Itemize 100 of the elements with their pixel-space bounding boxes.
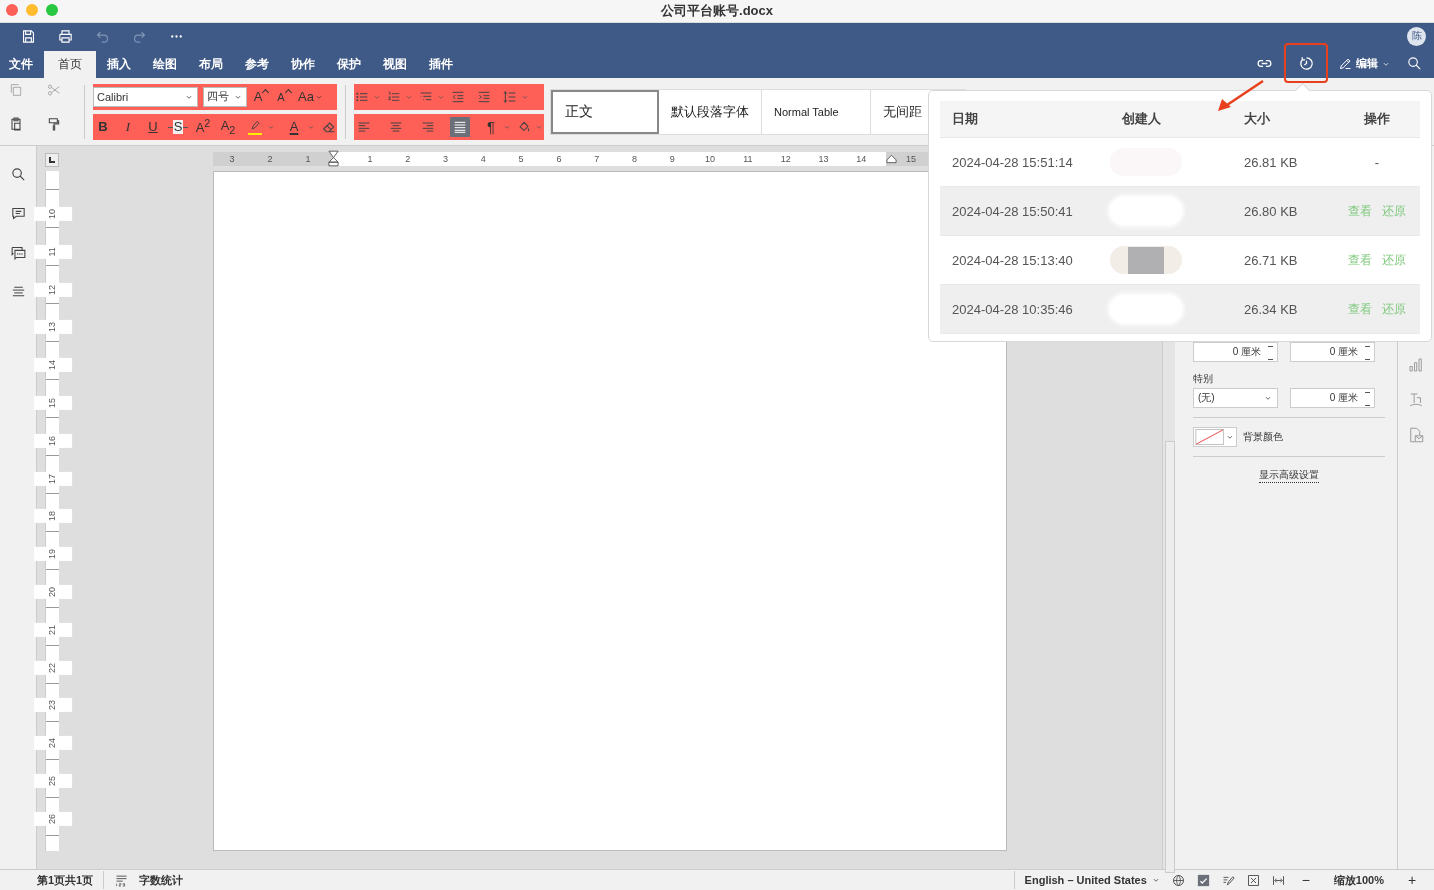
column-header: 操作 xyxy=(1363,110,1391,128)
advanced-settings-link[interactable]: 显示高级设置 xyxy=(1259,468,1319,483)
grow-font-button[interactable]: A xyxy=(252,86,270,107)
ruler-number: 18 xyxy=(34,509,72,524)
format-painter-icon[interactable] xyxy=(46,115,62,132)
ribbon-tab[interactable]: 首页 xyxy=(44,51,96,78)
ruler-number: 3 xyxy=(228,153,236,166)
background-color-picker[interactable] xyxy=(1193,427,1237,447)
ruler-number: 19 xyxy=(34,547,72,562)
column-header: 创建人 xyxy=(1122,110,1162,128)
ruler-number: 9 xyxy=(668,153,676,166)
ruler-number: 14 xyxy=(855,153,868,166)
search-icon[interactable] xyxy=(1406,55,1423,72)
copy-icon[interactable] xyxy=(8,81,24,98)
word-count-icon[interactable] xyxy=(114,872,130,888)
ribbon-tab[interactable]: 协作 xyxy=(280,51,326,78)
ribbon-tab[interactable]: 绘图 xyxy=(142,51,188,78)
ribbon-tab[interactable]: 保护 xyxy=(326,51,372,78)
redacted-name xyxy=(1110,246,1182,274)
spell-check-icon[interactable] xyxy=(1195,872,1211,888)
ribbon-tab[interactable]: 插件 xyxy=(418,51,464,78)
zoom-out-button[interactable]: − xyxy=(1295,872,1316,888)
table-cell-text: 26.80 KB xyxy=(1244,203,1299,219)
spinner-field[interactable]: 0 厘米 xyxy=(1290,342,1375,362)
ruler-number: 6 xyxy=(555,153,563,166)
ruler-number: 17 xyxy=(34,471,72,486)
ruler-number: 4 xyxy=(479,153,487,166)
font-size-dropdown[interactable]: 四号 xyxy=(203,86,247,107)
comment-icon[interactable] xyxy=(9,205,27,222)
ruler-number: 20 xyxy=(34,584,72,599)
ruler-number: 5 xyxy=(517,153,525,166)
shrink-font-button[interactable]: A xyxy=(275,86,293,107)
style-preset[interactable]: 默认段落字体 xyxy=(659,89,762,134)
ribbon-tab[interactable]: 文件 xyxy=(0,51,44,78)
paste-icon[interactable] xyxy=(8,115,24,132)
ribbon-tab[interactable]: 参考 xyxy=(234,51,280,78)
ruler-number: 10 xyxy=(34,206,72,221)
ribbon-tab[interactable]: 插入 xyxy=(96,51,142,78)
format-button[interactable]: U xyxy=(143,116,163,137)
ruler-number: 26 xyxy=(34,811,72,826)
paragraph-mark-button[interactable]: ¶ xyxy=(482,116,500,137)
table-cell: - xyxy=(1374,154,1380,170)
text-art-icon[interactable] xyxy=(1407,391,1425,409)
format-button[interactable]: A$^{2}$ xyxy=(193,116,213,137)
minimize-window-button[interactable] xyxy=(26,4,38,16)
print-icon[interactable] xyxy=(57,27,74,45)
chat-icon[interactable] xyxy=(9,244,27,261)
history-button[interactable] xyxy=(1284,43,1328,83)
ruler-number: 2 xyxy=(404,153,412,166)
mail-merge-icon[interactable] xyxy=(1407,426,1425,444)
save-icon[interactable] xyxy=(20,27,37,45)
ruler-number: 12 xyxy=(34,282,72,297)
word-count-label[interactable]: 字数统计 xyxy=(139,872,184,888)
ruler-number: 24 xyxy=(34,736,72,751)
edit-mode-button[interactable]: 编辑 xyxy=(1338,56,1391,71)
line-spacing-icon[interactable] xyxy=(502,88,518,105)
ruler-number: 13 xyxy=(34,320,72,335)
highlight-color-icon[interactable] xyxy=(247,118,263,135)
ruler-number: 23 xyxy=(34,698,72,713)
fit-page-icon[interactable] xyxy=(1245,872,1261,888)
page-count: 第1页共1页 xyxy=(37,872,94,888)
spinner-field[interactable]: 0 厘米 xyxy=(1193,342,1278,362)
user-avatar[interactable]: 陈 xyxy=(1407,26,1426,46)
globe-icon[interactable] xyxy=(1170,872,1186,888)
ruler-number: 1 xyxy=(366,153,374,166)
language-selector[interactable]: English – United States xyxy=(1024,874,1161,886)
spinner-field[interactable]: 0 厘米 xyxy=(1290,388,1375,408)
format-button[interactable]: A$_{2}$ xyxy=(218,116,238,137)
ribbon-tab[interactable]: 视图 xyxy=(372,51,418,78)
ruler-number: 13 xyxy=(817,153,830,166)
ruler-number: 16 xyxy=(34,433,72,448)
format-button[interactable]: B xyxy=(93,116,113,137)
style-preset[interactable]: 正文 xyxy=(551,89,659,134)
font-color-button[interactable]: A xyxy=(285,116,303,137)
zoom-level: 缩放100% xyxy=(1333,872,1384,888)
zoom-window-button[interactable] xyxy=(46,4,58,16)
chart-icon[interactable] xyxy=(1407,356,1425,374)
ruler-number: 10 xyxy=(704,153,717,166)
indent-marker[interactable] xyxy=(328,150,339,167)
table-cell-text: 2024-04-28 15:50:41 xyxy=(951,203,1074,219)
ruler-number: 22 xyxy=(34,660,72,675)
history-icon xyxy=(1297,54,1315,72)
window-title: 公司平台账号.docx xyxy=(661,2,773,20)
zoom-in-button[interactable]: + xyxy=(1402,872,1422,888)
justify-icon[interactable] xyxy=(450,116,470,137)
ruler-number: 21 xyxy=(34,622,72,637)
change-case-button[interactable]: Aa xyxy=(298,86,324,107)
close-window-button[interactable] xyxy=(6,4,18,16)
style-preset[interactable]: Normal Table xyxy=(762,89,871,134)
font-family-dropdown[interactable]: Calibri xyxy=(93,86,198,107)
indent-marker[interactable] xyxy=(886,154,897,164)
special-indent-dropdown[interactable]: (无) xyxy=(1193,388,1278,408)
tab-stop-selector[interactable] xyxy=(45,153,59,167)
table-cell-text: 26.81 KB xyxy=(1244,154,1299,170)
ruler-number: 15 xyxy=(905,153,917,166)
format-button[interactable]: I xyxy=(118,116,138,137)
search-icon[interactable] xyxy=(9,166,27,183)
ruler-number: 11 xyxy=(742,153,754,166)
ribbon-tab[interactable]: 布局 xyxy=(188,51,234,78)
table-cell-text: 26.34 KB xyxy=(1244,301,1299,317)
